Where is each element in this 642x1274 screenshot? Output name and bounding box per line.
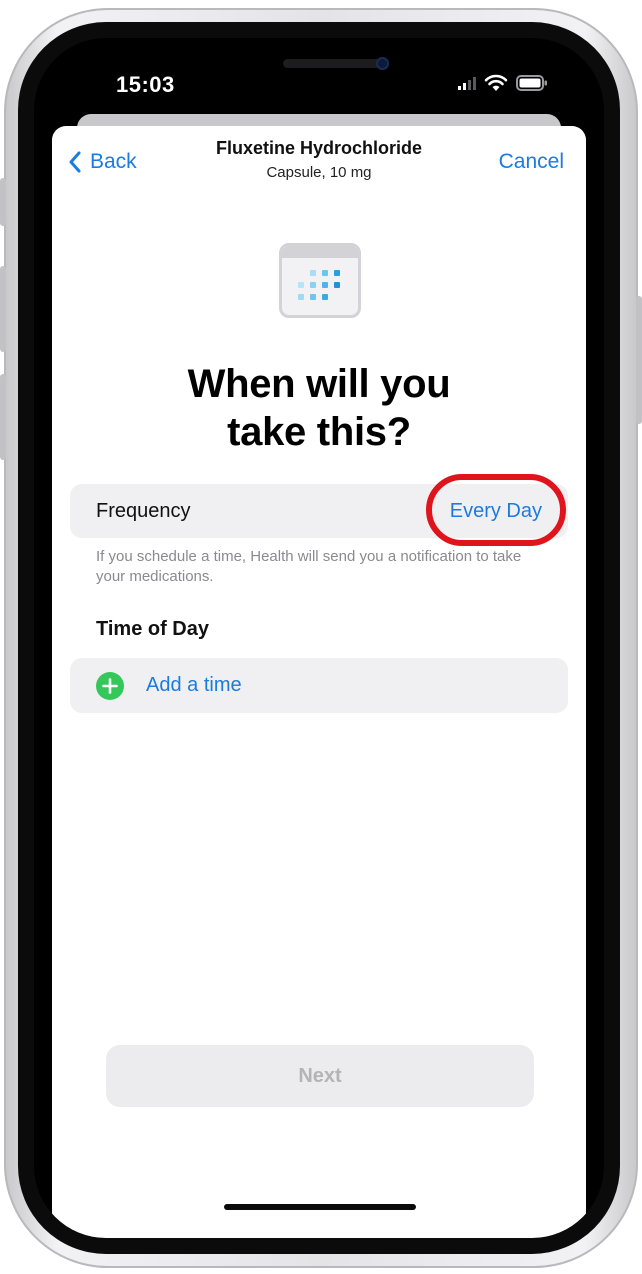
battery-icon [516,75,547,91]
volume-up-button [0,266,6,352]
medication-schedule-sheet: Back Fluxetine Hydrochloride Capsule, 10… [52,126,586,1238]
calendar-icon [279,243,361,318]
frequency-note: If you schedule a time, Health will send… [96,548,522,585]
earpiece-speaker [283,59,383,68]
page-title-line-1: When will you [187,362,451,406]
wifi-icon [484,74,508,91]
time-of-day-header: Time of Day [96,618,209,640]
plus-circle-icon [96,672,124,700]
frequency-label: Frequency [96,500,191,522]
page-title-line-2: take this? [227,410,411,454]
mute-switch [0,178,6,226]
status-icons [458,74,548,92]
front-camera [376,57,389,70]
screen: 15:03 Back Fluxetine Hydrochloride Capsu… [34,38,604,1238]
page-title: When will you take this? [52,360,586,456]
power-button [636,296,642,424]
signal-icon [458,77,476,90]
highlight-circle-annotation [426,474,566,546]
calendar-grid [298,270,348,308]
volume-down-button [0,374,6,460]
cancel-button[interactable]: Cancel [499,150,564,174]
status-bar: 15:03 [34,38,604,118]
status-time: 15:03 [116,72,175,97]
next-button[interactable]: Next [106,1045,534,1107]
calendar-header [282,246,358,258]
home-indicator [224,1204,416,1210]
add-time-label: Add a time [146,674,242,696]
add-time-button[interactable]: Add a time [70,658,568,713]
